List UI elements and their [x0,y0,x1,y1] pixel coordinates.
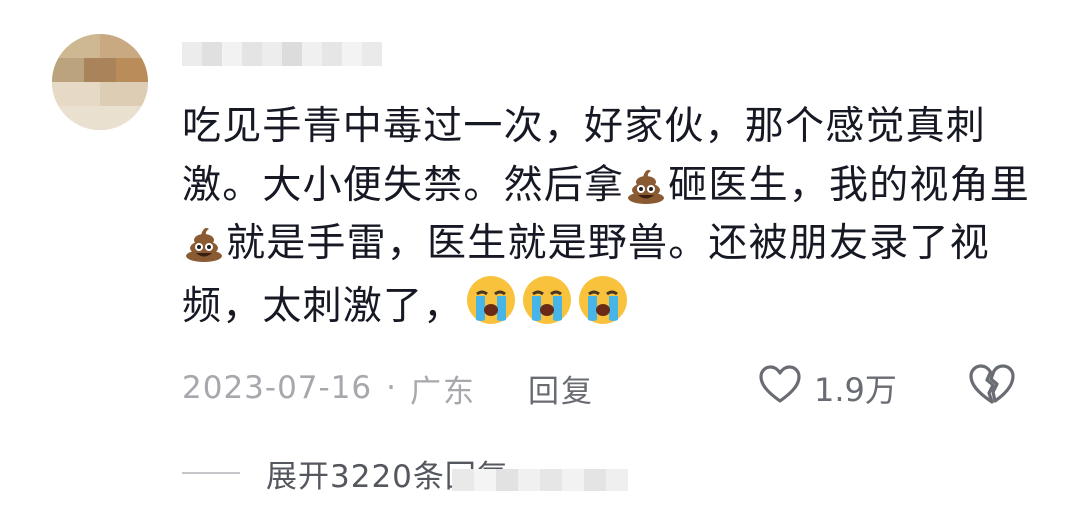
avatar-mosaic-tile [116,58,148,82]
crying-face-emoji [521,274,573,326]
heart-outline-icon [758,364,802,412]
reply-button[interactable]: 回复 [528,366,594,411]
expand-divider-line [182,472,240,474]
avatar-mosaic-tile [84,58,116,82]
avatar-mosaic-tile [100,82,148,106]
watermark-blurred [452,466,628,494]
avatar-mosaic-tile [52,58,84,82]
like-button[interactable]: 1.9万 [758,362,897,414]
crying-face-emoji [465,274,517,326]
username-blurred[interactable] [182,42,382,66]
avatar-mosaic-tile [52,106,148,130]
avatar[interactable] [52,34,148,130]
meta-separator: · [386,370,397,406]
comment-text-part: 砸医生，我的视角里 [668,162,1031,208]
dislike-button[interactable] [968,362,1016,414]
poop-emoji [626,165,666,205]
avatar-mosaic-tile [52,34,100,58]
comment-meta-row: 2023-07-16 · 广东 回复 1.9万 [182,362,1042,414]
comment-date: 2023-07-16 [182,370,373,406]
avatar-mosaic-tile [100,34,148,58]
like-count: 1.9万 [814,371,897,409]
poop-emoji [184,223,224,263]
broken-heart-icon [968,363,1016,413]
crying-face-emoji [577,274,629,326]
avatar-mosaic-tile [52,82,100,106]
comment-text: 吃见手青中毒过一次，好家伙，那个感觉真刺激。大小便失禁。然后拿 砸医生，我的视角里… [182,98,1032,336]
comment-location: 广东 [410,373,477,410]
